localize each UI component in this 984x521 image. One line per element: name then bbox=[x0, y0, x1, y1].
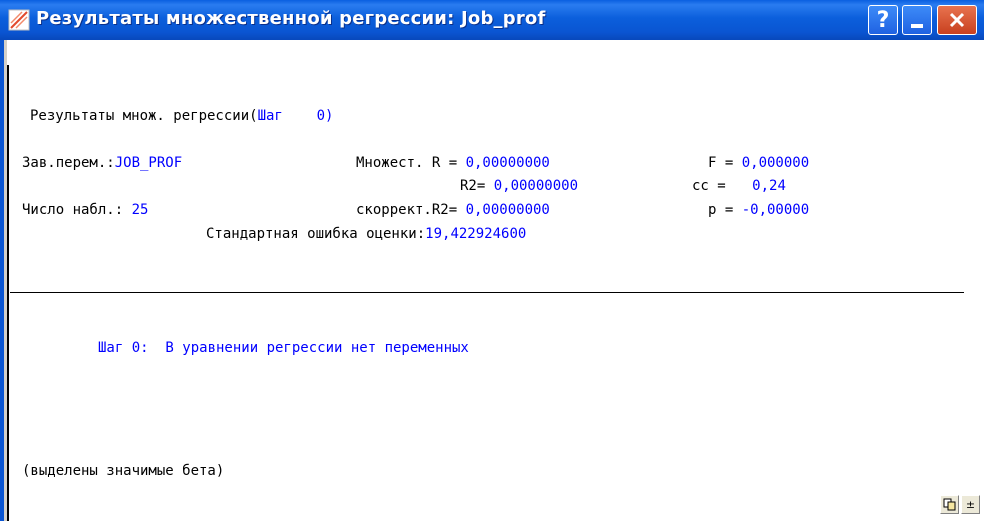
cc-row: cc = 0,24 bbox=[692, 178, 786, 194]
cc-label: cc = bbox=[692, 178, 735, 194]
n-obs-label: Число набл.: bbox=[22, 202, 132, 218]
close-icon bbox=[949, 12, 965, 28]
r2-value: 0,00000000 bbox=[493, 178, 579, 194]
multiple-r-label: Множест. R = bbox=[356, 155, 466, 171]
dep-var-label: Зав.перем.: bbox=[22, 155, 115, 171]
dep-var-value: JOB_PROF bbox=[114, 155, 183, 171]
p-label: p = bbox=[708, 202, 742, 218]
panel-border bbox=[7, 65, 9, 521]
chart-icon bbox=[8, 9, 30, 31]
step-message: Шаг 0: В уравнении регрессии нет перемен… bbox=[98, 340, 469, 356]
close-button[interactable] bbox=[937, 5, 977, 35]
std-error-value: 19,422924600 bbox=[425, 226, 527, 242]
help-button[interactable]: ? bbox=[868, 5, 898, 35]
copy-icon bbox=[943, 498, 956, 511]
section-divider bbox=[10, 292, 964, 293]
std-error-label: Стандартная ошибка оценки: bbox=[206, 226, 426, 242]
cc-value: 0,24 bbox=[752, 178, 786, 194]
adj-r2-value: 0,00000000 bbox=[465, 202, 550, 218]
r2-label: R2= bbox=[460, 178, 494, 194]
std-error-row: Стандартная ошибка оценки:19,422924600 bbox=[206, 226, 526, 242]
multiple-r-value: 0,00000000 bbox=[465, 155, 550, 171]
p-value: -0,00000 bbox=[741, 202, 810, 218]
adj-r2-label: скоррект.R2= bbox=[356, 202, 466, 218]
results-header-label: Результаты множ. регрессии( bbox=[30, 108, 258, 124]
p-row: p = -0,00000 bbox=[708, 202, 809, 218]
r2-row: R2= 0,00000000 bbox=[460, 178, 578, 194]
f-row: F = 0,000000 bbox=[708, 155, 809, 171]
window-title: Результаты множественной регрессии: Job_… bbox=[36, 8, 546, 29]
n-obs-value: 25 bbox=[131, 202, 149, 218]
dep-var-row: Зав.перем.:JOB_PROF bbox=[22, 155, 182, 171]
n-obs-row: Число набл.: 25 bbox=[22, 202, 148, 218]
results-header: Результаты множ. регрессии(Шаг 0) bbox=[30, 108, 333, 124]
minimize-icon bbox=[911, 24, 923, 28]
title-bar[interactable]: Результаты множественной регрессии: Job_… bbox=[0, 0, 984, 40]
expand-button[interactable]: ± bbox=[961, 495, 980, 514]
adj-r2-row: скоррект.R2= 0,00000000 bbox=[356, 202, 550, 218]
footnote: (выделены значимые бета) bbox=[22, 463, 225, 479]
copy-button[interactable] bbox=[940, 495, 959, 514]
f-label: F = bbox=[708, 155, 742, 171]
step-value: Шаг 0) bbox=[257, 108, 334, 124]
minimize-button[interactable] bbox=[902, 5, 932, 35]
multiple-r-row: Множест. R = 0,00000000 bbox=[356, 155, 550, 171]
f-value: 0,000000 bbox=[741, 155, 810, 171]
